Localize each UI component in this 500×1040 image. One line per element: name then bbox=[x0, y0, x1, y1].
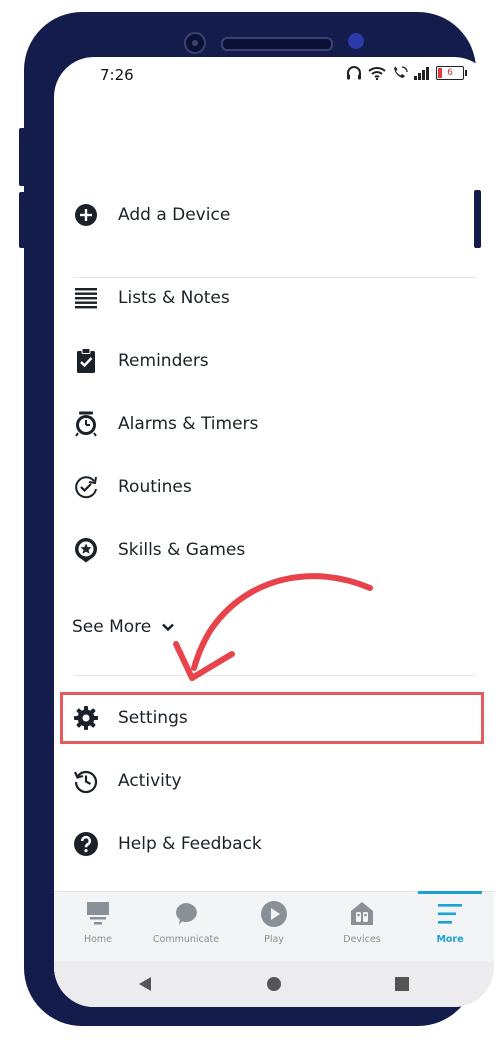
nav-devices[interactable]: Devices bbox=[318, 892, 406, 962]
home-icon bbox=[84, 900, 112, 928]
menu-label: Skills & Games bbox=[118, 540, 246, 560]
menu-label: Add a Device bbox=[118, 205, 231, 225]
nav-play[interactable]: Play bbox=[230, 892, 318, 962]
menu-item-help-feedback[interactable]: Help & Feedback bbox=[54, 818, 494, 870]
wifi-call-icon bbox=[394, 66, 408, 78]
plus-circle-icon bbox=[73, 202, 99, 228]
red-arrow-annotation bbox=[173, 573, 373, 681]
phone-volume-up-button bbox=[19, 128, 26, 186]
menu-item-alarms-timers[interactable]: Alarms & Timers bbox=[54, 398, 494, 450]
system-nav-bar bbox=[54, 961, 494, 1007]
signal-icon bbox=[414, 66, 429, 80]
phone-frame: 7:26 6 Add a Device Lists & Notes Remind… bbox=[24, 12, 494, 1026]
bottom-nav: Home Communicate Play Devices More bbox=[54, 891, 494, 962]
status-bar: 7:26 6 bbox=[54, 57, 494, 105]
battery-icon: 6 bbox=[436, 66, 467, 80]
nav-label: Home bbox=[83, 934, 113, 945]
screen: 7:26 6 Add a Device Lists & Notes Remind… bbox=[54, 57, 494, 1007]
play-icon bbox=[260, 900, 288, 928]
home-circle-icon[interactable] bbox=[265, 975, 283, 993]
menu-label: Alarms & Timers bbox=[118, 414, 259, 434]
settings-highlight-box bbox=[60, 692, 484, 744]
proximity-sensor bbox=[348, 33, 364, 49]
devices-icon bbox=[348, 900, 376, 928]
menu-label: Activity bbox=[118, 771, 182, 791]
menu-lines-icon bbox=[436, 900, 464, 928]
question-circle-icon bbox=[73, 831, 99, 857]
menu-label: Routines bbox=[118, 477, 192, 497]
clipboard-check-icon bbox=[73, 348, 99, 374]
routine-check-icon bbox=[73, 474, 99, 500]
front-camera bbox=[184, 32, 206, 54]
nav-label: Communicate bbox=[152, 934, 220, 945]
menu-item-reminders[interactable]: Reminders bbox=[54, 335, 494, 387]
skills-badge-icon bbox=[73, 537, 99, 563]
history-clock-icon bbox=[73, 768, 99, 794]
wifi-icon bbox=[368, 67, 386, 80]
nav-label: More bbox=[436, 934, 464, 945]
menu-item-add-device[interactable]: Add a Device bbox=[54, 189, 494, 241]
back-icon[interactable] bbox=[136, 975, 154, 993]
list-icon bbox=[73, 285, 99, 311]
active-tab-indicator bbox=[418, 891, 482, 894]
menu-item-activity[interactable]: Activity bbox=[54, 755, 494, 807]
nav-communicate[interactable]: Communicate bbox=[142, 892, 230, 962]
nav-more[interactable]: More bbox=[406, 891, 494, 962]
more-menu: Add a Device Lists & Notes Reminders Ala… bbox=[54, 105, 494, 891]
see-more-label: See More bbox=[72, 617, 152, 637]
nav-home[interactable]: Home bbox=[54, 892, 142, 962]
menu-label: Lists & Notes bbox=[118, 288, 230, 308]
nav-label: Devices bbox=[343, 934, 381, 945]
menu-item-skills-games[interactable]: Skills & Games bbox=[54, 524, 494, 576]
menu-item-lists-notes[interactable]: Lists & Notes bbox=[54, 272, 494, 324]
menu-label: Help & Feedback bbox=[118, 834, 262, 854]
recents-square-icon[interactable] bbox=[393, 975, 411, 993]
menu-item-routines[interactable]: Routines bbox=[54, 461, 494, 513]
earpiece-speaker bbox=[221, 37, 333, 51]
chat-bubble-icon bbox=[172, 900, 200, 928]
headphones-icon bbox=[347, 66, 361, 80]
status-time: 7:26 bbox=[100, 66, 134, 84]
phone-power-button bbox=[474, 190, 481, 248]
nav-label: Play bbox=[264, 934, 284, 945]
phone-volume-down-button bbox=[19, 192, 26, 248]
menu-label: Reminders bbox=[118, 351, 209, 371]
alarm-clock-icon bbox=[73, 411, 99, 437]
